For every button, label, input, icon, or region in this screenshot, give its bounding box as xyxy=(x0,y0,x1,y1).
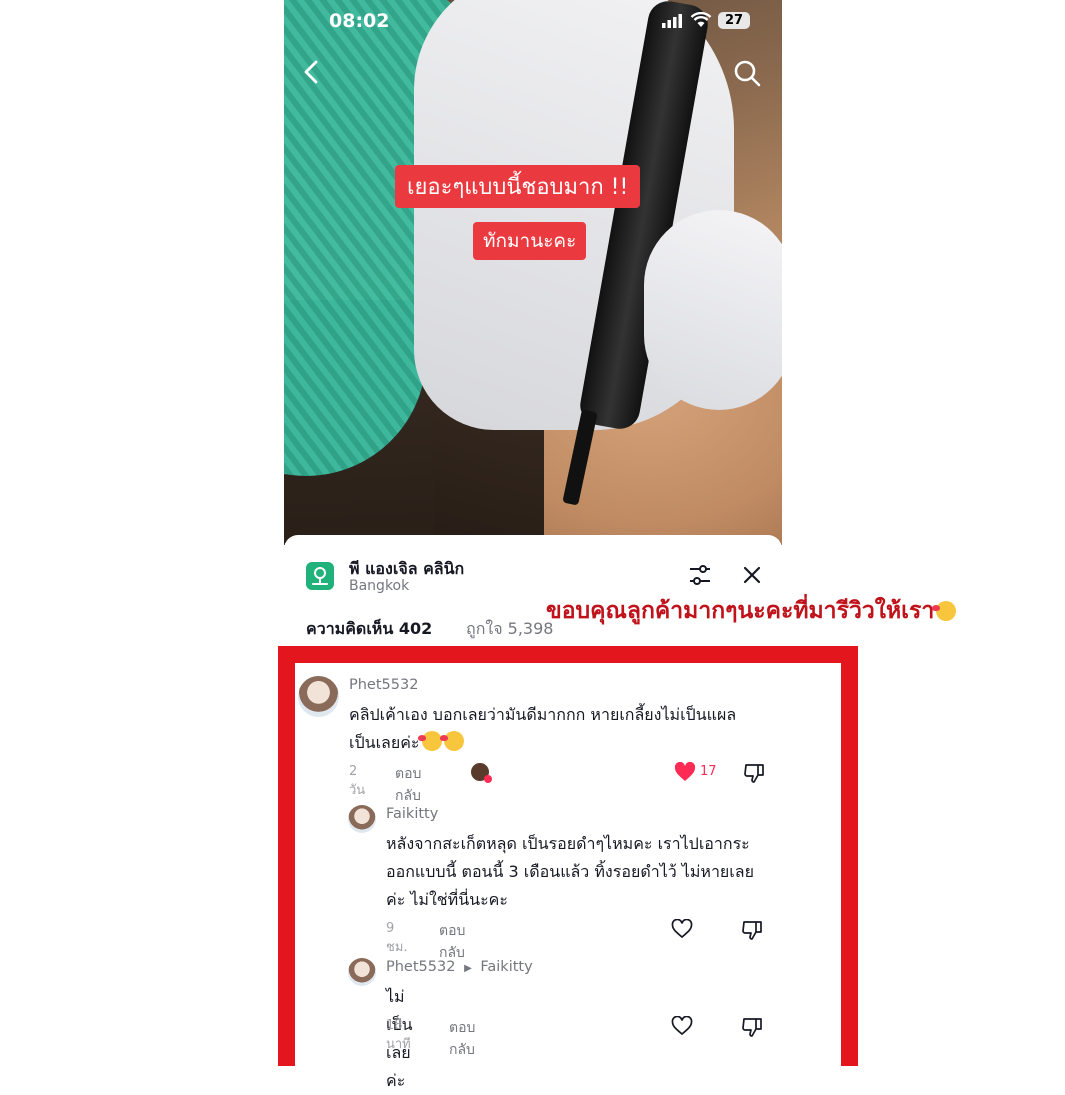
heart-filled-icon[interactable] xyxy=(674,762,696,782)
comment-text: คลิปเค้าเอง บอกเลยว่ามันดีมากกก หายเกลี้… xyxy=(349,705,737,752)
heart-outline-icon[interactable] xyxy=(671,919,693,939)
like-count: 17 xyxy=(700,764,717,779)
search-icon[interactable] xyxy=(732,58,762,88)
video-caption-2: ทักมานะคะ xyxy=(473,222,587,260)
reply-to-username: Faikitty xyxy=(480,959,533,975)
dislike-icon[interactable] xyxy=(741,919,763,941)
dislike-icon[interactable] xyxy=(741,1016,763,1038)
back-icon[interactable] xyxy=(298,58,326,86)
comment-username[interactable]: Phet5532 xyxy=(349,677,418,693)
reply-arrow-icon: ▶ xyxy=(464,963,472,974)
avatar[interactable] xyxy=(298,676,339,717)
heart-outline-icon[interactable] xyxy=(671,1016,693,1036)
status-time: 08:02 xyxy=(329,10,390,32)
comment-time: 18 นาที xyxy=(386,1018,411,1052)
comment-time: 9 ชม. xyxy=(386,921,408,955)
annotation-thanks: ขอบคุณลูกค้ามากๆนะคะที่มารีวิวให้เรา xyxy=(546,593,957,629)
battery-indicator: 27 xyxy=(718,12,750,29)
wifi-icon xyxy=(690,12,712,27)
tab-likes[interactable]: ถูกใจ 5,398 xyxy=(466,617,553,642)
location-pin-icon xyxy=(306,562,334,590)
creator-liked-icon xyxy=(471,763,492,783)
filter-icon[interactable] xyxy=(688,563,712,587)
avatar[interactable] xyxy=(348,805,376,833)
status-bar: 08:02 27 xyxy=(284,8,782,34)
reply-button[interactable]: ตอบกลับ xyxy=(439,920,465,964)
reply-button[interactable]: ตอบกลับ xyxy=(395,763,421,807)
comment-username[interactable]: Phet5532 ▶ Faikitty xyxy=(386,959,533,975)
location-city: Bangkok xyxy=(349,578,410,594)
tab-comments[interactable]: ความคิดเห็น 402 xyxy=(306,617,432,642)
comment-text: หลังจากสะเก็ตหลุด เป็นรอยดำๆไหมคะ เราไปเ… xyxy=(386,834,754,909)
signal-icon xyxy=(662,14,682,28)
smiling-hearts-emoji-icon xyxy=(439,731,464,751)
avatar[interactable] xyxy=(348,958,376,986)
close-icon[interactable] xyxy=(742,565,762,585)
comment-time: 2 วัน xyxy=(349,764,366,798)
comment-username[interactable]: Faikitty xyxy=(386,806,438,822)
dislike-icon[interactable] xyxy=(743,762,765,784)
video-caption-1: เยอะๆแบบนี้ชอบมาก !! xyxy=(395,165,641,208)
reply-button[interactable]: ตอบกลับ xyxy=(449,1017,475,1061)
smiling-hearts-emoji-icon xyxy=(932,601,957,621)
smiling-hearts-emoji-icon xyxy=(417,731,442,751)
video-player[interactable]: 08:02 27 เยอะๆแบบนี้ชอบมาก !! ทักมานะคะ xyxy=(284,0,782,545)
